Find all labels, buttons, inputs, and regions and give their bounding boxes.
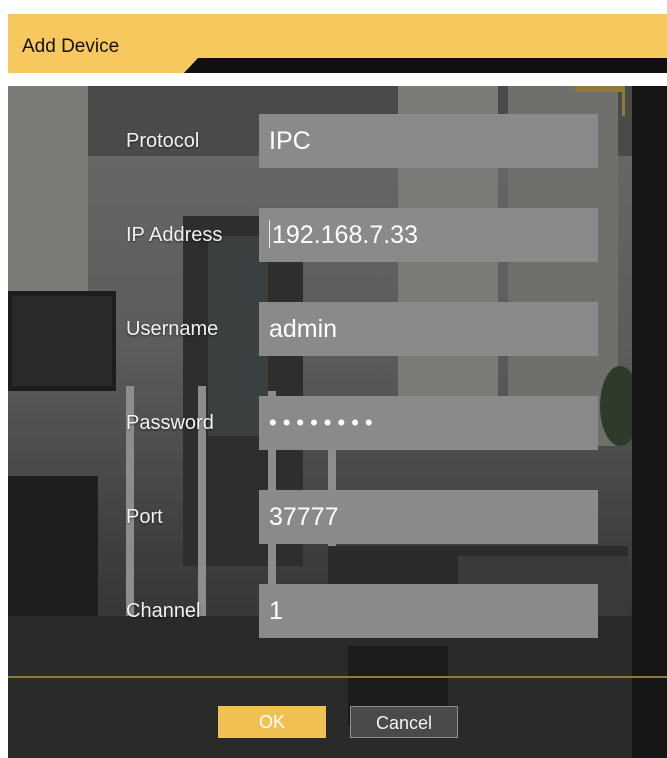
port-input[interactable]: 37777 [259,490,598,544]
username-input[interactable]: admin [259,302,598,356]
dialog-title-bar: Add Device [8,14,667,73]
username-label: Username [126,318,219,340]
password-input[interactable]: •••••••• [259,396,598,450]
channel-input[interactable]: 1 [259,584,598,638]
password-row: Password •••••••• [0,396,667,452]
ip-address-value: 192.168.7.33 [272,221,418,249]
channel-row: Channel 1 [0,584,667,640]
port-row: Port 37777 [0,490,667,546]
protocol-label: Protocol [126,130,200,152]
cancel-button[interactable]: Cancel [350,706,458,738]
protocol-select[interactable]: IPC [259,114,598,168]
username-row: Username admin [0,302,667,358]
ip-address-input[interactable]: 192.168.7.33 [259,208,598,262]
password-label: Password [126,412,214,434]
footer-divider [8,676,667,678]
ip-address-row: IP Address 192.168.7.33 [0,208,667,264]
add-device-dialog: Add Device Protocol IPC IP Address 192.1… [0,0,667,758]
channel-label: Channel [126,600,201,622]
port-label: Port [126,506,163,528]
ok-button[interactable]: OK [218,706,326,738]
dialog-title: Add Device [22,36,120,57]
protocol-row: Protocol IPC [0,114,667,170]
ip-address-label: IP Address [126,224,223,246]
text-cursor [269,220,270,249]
